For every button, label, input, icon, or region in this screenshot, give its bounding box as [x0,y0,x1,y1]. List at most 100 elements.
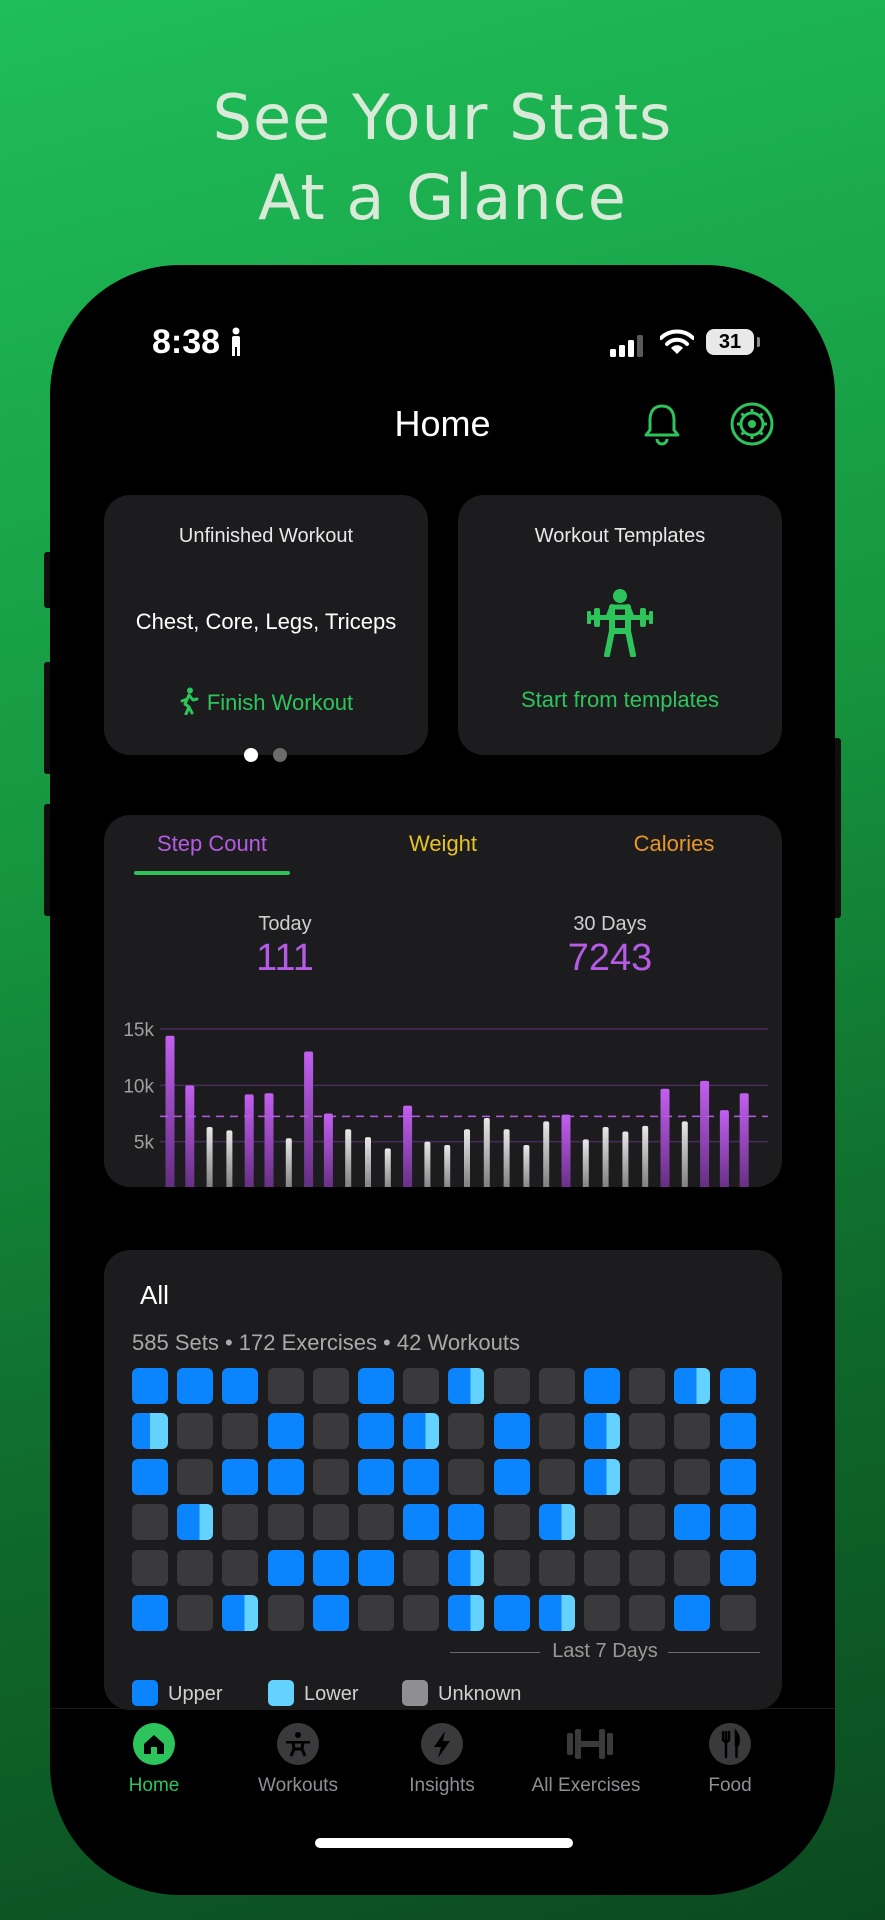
activity-cell-empty[interactable] [584,1595,620,1631]
activity-cell-empty[interactable] [629,1413,666,1450]
activity-cell-upper[interactable] [358,1549,394,1586]
activity-cell-empty[interactable] [493,1504,530,1541]
tab-home[interactable]: Home [84,1709,224,1797]
step-bar[interactable] [719,1110,729,1187]
tab-step-count[interactable]: Step Count [104,831,320,857]
activity-cell-empty[interactable] [403,1368,440,1404]
activity-cell-upper[interactable] [222,1368,259,1404]
activity-cell-upper[interactable] [719,1413,756,1450]
tab-weight[interactable]: Weight [335,831,551,857]
activity-cell-upper[interactable] [403,1458,440,1495]
activity-cell-empty[interactable] [267,1595,304,1631]
activity-cell-upper[interactable] [493,1413,530,1450]
activity-cell-empty[interactable] [674,1458,711,1495]
activity-cell-upper[interactable] [312,1595,349,1631]
step-bar[interactable] [304,1051,314,1187]
step-bar[interactable] [543,1121,550,1187]
activity-cell-empty[interactable] [538,1549,575,1586]
home-indicator[interactable] [315,1838,573,1848]
activity-cell-empty[interactable] [312,1368,349,1404]
step-bar[interactable] [226,1130,233,1187]
activity-cell-empty[interactable] [629,1368,666,1404]
activity-cell-empty[interactable] [538,1413,575,1450]
step-bar[interactable] [523,1145,530,1187]
activity-cell-empty[interactable] [132,1549,168,1586]
activity-cell-mixed[interactable] [177,1504,214,1541]
activity-cell-mixed[interactable] [584,1413,620,1450]
activity-cell-empty[interactable] [538,1368,575,1404]
activity-cell-upper[interactable] [719,1458,756,1495]
activity-cell-upper[interactable] [358,1458,394,1495]
step-bar[interactable] [424,1141,431,1187]
step-bar[interactable] [700,1080,710,1187]
activity-cell-empty[interactable] [403,1549,440,1586]
activity-cell-upper[interactable] [132,1368,168,1404]
activity-cell-empty[interactable] [222,1504,259,1541]
activity-cell-upper[interactable] [222,1458,259,1495]
tab-food[interactable]: Food [660,1709,800,1797]
activity-cell-mixed[interactable] [538,1595,575,1631]
activity-cell-empty[interactable] [312,1504,349,1541]
activity-cell-lower[interactable] [132,1413,168,1450]
activity-cell-mixed[interactable] [448,1549,485,1586]
activity-cell-mixed[interactable] [538,1504,575,1541]
step-bar[interactable] [323,1113,333,1188]
activity-cell-upper[interactable] [358,1413,394,1450]
activity-cell-empty[interactable] [358,1504,394,1541]
activity-cell-empty[interactable] [629,1549,666,1586]
activity-cell-upper[interactable] [719,1368,756,1404]
activity-cell-empty[interactable] [267,1504,304,1541]
activity-cell-upper[interactable] [719,1549,756,1586]
step-bar[interactable] [403,1105,413,1187]
bell-icon[interactable] [642,402,682,446]
step-bar[interactable] [444,1145,451,1187]
activity-cell-upper[interactable] [674,1504,711,1541]
tab-all-exercises[interactable]: All Exercises [516,1709,656,1797]
tab-insights[interactable]: Insights [372,1709,512,1797]
step-bar[interactable] [642,1125,649,1187]
step-bar[interactable] [384,1148,391,1187]
activity-cell-upper[interactable] [312,1549,349,1586]
settings-gear-icon[interactable] [730,402,774,446]
activity-cell-empty[interactable] [177,1549,214,1586]
activity-cell-empty[interactable] [177,1458,214,1495]
activity-cell-upper[interactable] [584,1368,620,1404]
activity-cell-upper[interactable] [719,1504,756,1541]
activity-cell-upper[interactable] [132,1458,168,1495]
activity-cell-upper[interactable] [493,1595,530,1631]
activity-cell-upper[interactable] [267,1458,304,1495]
step-bar[interactable] [503,1129,510,1187]
activity-cell-upper[interactable] [177,1368,214,1404]
finish-workout-button[interactable]: Finish Workout [104,687,428,716]
page-dot[interactable] [273,748,287,762]
step-bar[interactable] [464,1129,470,1187]
step-bar[interactable] [681,1121,688,1187]
step-bar[interactable] [264,1093,274,1187]
step-bar[interactable] [206,1127,213,1187]
step-bar[interactable] [561,1114,571,1187]
step-bar[interactable] [602,1127,609,1187]
step-bar[interactable] [285,1138,292,1187]
activity-cell-empty[interactable] [448,1458,485,1495]
workout-templates-card[interactable]: Workout Templates Start from templates [458,495,782,755]
activity-cell-empty[interactable] [312,1458,349,1495]
activity-cell-empty[interactable] [177,1413,214,1450]
step-bar[interactable] [660,1088,670,1187]
activity-cell-empty[interactable] [674,1413,711,1450]
step-bar[interactable] [582,1139,589,1187]
activity-cell-empty[interactable] [267,1368,304,1404]
step-bar[interactable] [365,1137,371,1187]
activity-cell-mixed[interactable] [584,1458,620,1495]
activity-cell-upper[interactable] [448,1504,485,1541]
activity-cell-empty[interactable] [132,1504,168,1541]
step-bar[interactable] [739,1093,749,1187]
activity-cell-empty[interactable] [222,1413,259,1450]
start-from-templates-button[interactable]: Start from templates [458,687,782,713]
activity-cell-empty[interactable] [177,1595,214,1631]
activity-cell-mixed[interactable] [448,1595,485,1631]
activity-cell-empty[interactable] [493,1549,530,1586]
activity-cell-empty[interactable] [629,1458,666,1495]
activity-cell-upper[interactable] [493,1458,530,1495]
activity-cell-empty[interactable] [312,1413,349,1450]
activity-cell-upper[interactable] [267,1549,304,1586]
